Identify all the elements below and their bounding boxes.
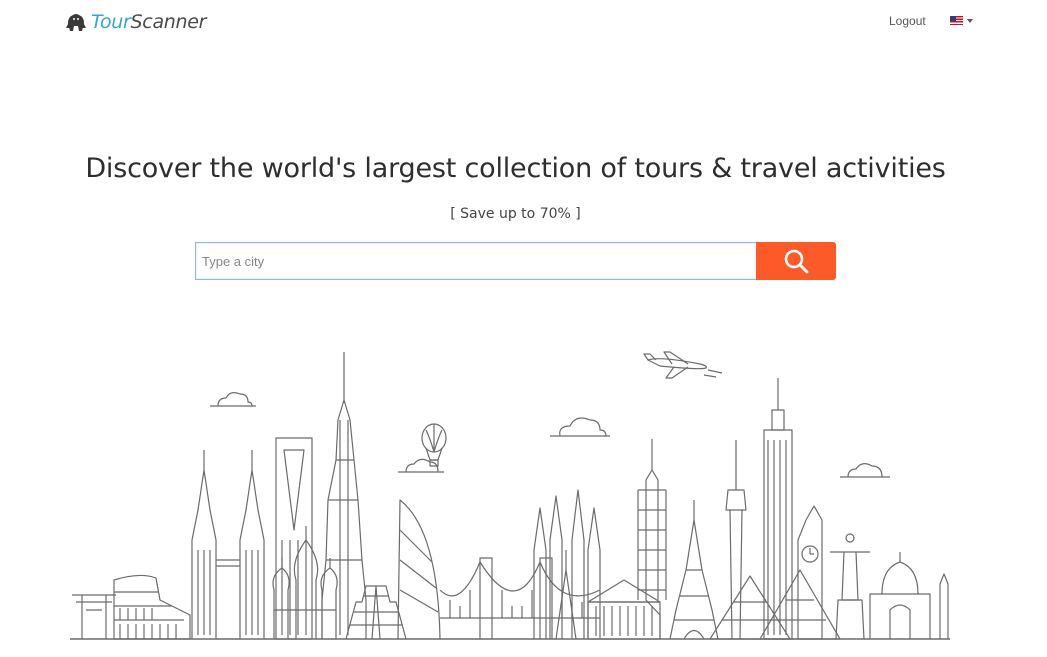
city-search-input[interactable]	[195, 242, 756, 280]
gorilla-logo-icon	[66, 14, 86, 31]
logo-text-tour: Tour	[91, 11, 131, 33]
search-button[interactable]	[756, 242, 836, 280]
airplane-icon	[643, 351, 723, 379]
world-landmarks-skyline	[70, 351, 950, 640]
christ-the-redeemer-icon	[830, 533, 870, 640]
sagrada-familia-icon	[533, 489, 601, 640]
golden-gate-bridge-icon	[439, 557, 601, 639]
acropolis-parthenon-icon	[587, 579, 661, 640]
burj-al-arab-icon	[397, 499, 441, 640]
logo-text-scanner: Scanner	[130, 11, 207, 33]
petronas-towers-icon	[191, 450, 265, 639]
taj-mahal-icon	[869, 552, 949, 639]
burj-khalifa-icon	[321, 352, 367, 639]
cloud-icon	[210, 392, 256, 407]
language-selector[interactable]	[950, 16, 973, 25]
cloud-icon	[840, 463, 890, 478]
egyptian-pyramids-icon	[709, 569, 841, 640]
chichen-itza-pyramid-icon	[345, 585, 407, 640]
hero-title: Discover the world's largest collection …	[85, 153, 946, 184]
hero-subtitle: [ Save up to 70% ]	[450, 206, 581, 222]
caret-down-icon	[967, 18, 973, 23]
logout-link[interactable]: Logout	[889, 14, 926, 28]
search-icon	[784, 249, 809, 274]
city-search-form	[195, 242, 836, 280]
home-logo-link[interactable]: TourScanner	[64, 10, 206, 34]
eiffel-tower-icon	[669, 500, 719, 640]
top-navbar: TourScanner Logout	[0, 0, 1047, 45]
colosseum-icon	[113, 574, 191, 640]
st-basils-cathedral-icon	[272, 526, 338, 639]
torii-gate-icon	[72, 594, 116, 639]
logo-wordmark: TourScanner	[91, 11, 206, 33]
us-flag-icon	[950, 16, 963, 25]
cloud-icon	[550, 417, 610, 437]
